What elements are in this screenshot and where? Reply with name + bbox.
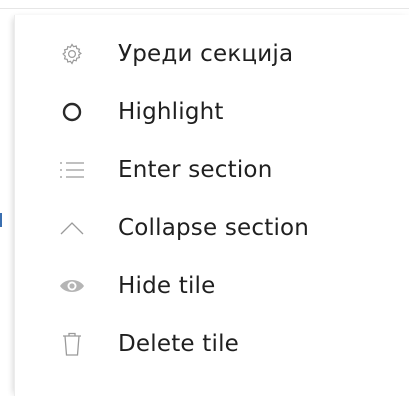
menu-item-label: Delete tile: [118, 331, 240, 357]
background-marker: [0, 213, 2, 227]
circle-icon: [59, 99, 85, 125]
menu-item-label: Collapse section: [118, 215, 310, 241]
menu-item-enter-section[interactable]: Enter section: [15, 141, 409, 199]
eye-icon: [59, 273, 85, 299]
menu-item-hide-tile[interactable]: Hide tile: [15, 257, 409, 315]
context-menu: Уреди секција Highlight Enter section Co…: [14, 15, 409, 396]
menu-item-label: Enter section: [118, 157, 273, 183]
divider: [0, 8, 409, 9]
list-icon: [59, 157, 85, 183]
menu-item-label: Уреди секција: [118, 41, 294, 67]
trash-icon: [59, 331, 85, 357]
menu-item-delete-tile[interactable]: Delete tile: [15, 315, 409, 373]
screen: Уреди секција Highlight Enter section Co…: [0, 0, 409, 396]
menu-item-highlight[interactable]: Highlight: [15, 83, 409, 141]
menu-item-label: Hide tile: [118, 273, 216, 299]
gear-icon: [59, 41, 85, 67]
menu-item-label: Highlight: [118, 99, 224, 125]
chevron-up-icon: [59, 215, 85, 241]
menu-item-collapse-section[interactable]: Collapse section: [15, 199, 409, 257]
menu-item-edit-section[interactable]: Уреди секција: [15, 25, 409, 83]
